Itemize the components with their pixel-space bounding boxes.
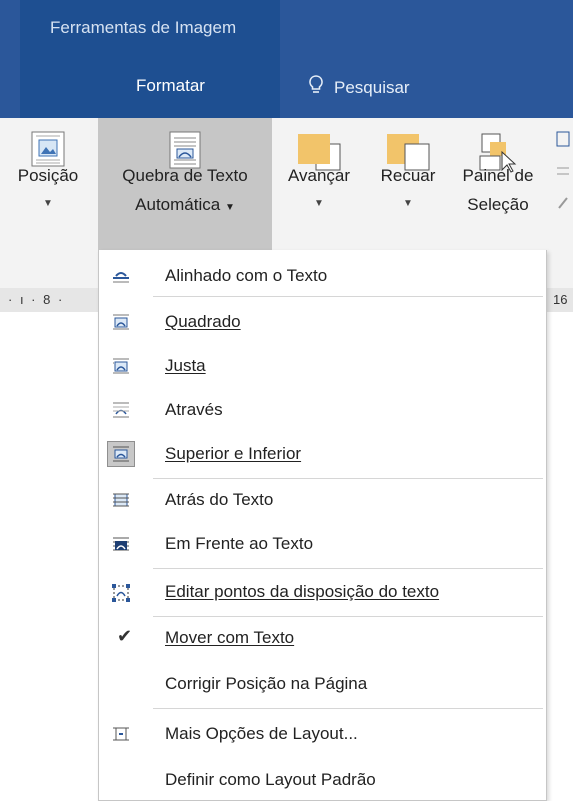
bring-forward-button[interactable]: Avançar ▼ (274, 118, 364, 270)
menu-item-label: Através (165, 400, 223, 419)
menu-item-top-bottom[interactable]: Superior e Inferior (99, 434, 546, 474)
tab-formatar[interactable]: Formatar (136, 76, 205, 96)
menu-item-label: Alinhado com o Texto (165, 266, 328, 285)
menu-item-through[interactable]: Através (99, 390, 546, 430)
wrap-text-button[interactable]: Quebra de Texto Automática ▼ (98, 118, 272, 270)
bring-forward-label: Avançar (287, 166, 351, 185)
menu-separator (153, 568, 543, 569)
title-bar: Ferramentas de Imagem Formatar Pesquisar (0, 0, 573, 118)
edit-points-icon (111, 583, 131, 602)
search-label: Pesquisar (334, 77, 410, 97)
lightbulb-icon (306, 74, 326, 101)
chevron-down-icon: ▼ (403, 198, 413, 209)
menu-item-edit-wrap-points[interactable]: Editar pontos da disposição do texto (99, 572, 546, 612)
send-backward-button[interactable]: Recuar ▼ (366, 118, 450, 270)
in-line-icon (111, 267, 131, 285)
context-tab-group: Ferramentas de Imagem Formatar (20, 0, 280, 118)
checkmark-icon: ✔ (117, 626, 133, 646)
search-button[interactable]: Pesquisar (306, 74, 410, 101)
menu-item-label: Definir como Layout Padrão (165, 770, 376, 789)
menu-item-behind-text[interactable]: Atrás do Texto (99, 480, 546, 520)
selection-pane-button[interactable]: Painel de Seleção (452, 118, 544, 270)
align-icon (556, 131, 570, 209)
top-bottom-wrap-icon (107, 441, 135, 467)
menu-item-label: Quadrado (165, 312, 241, 331)
selection-pane-label-line2: Seleção (467, 195, 529, 214)
ruler-left-marks: · ı · 8 · (8, 292, 65, 307)
send-backward-label: Recuar (380, 166, 436, 185)
menu-separator (153, 478, 543, 479)
menu-item-label: Corrigir Posição na Página (165, 674, 368, 693)
menu-item-label: Editar pontos da disposição do texto (165, 582, 440, 601)
align-group-partial[interactable] (553, 128, 573, 218)
menu-separator (153, 708, 543, 709)
menu-item-label: Em Frente ao Texto (165, 534, 314, 553)
through-wrap-icon (111, 401, 131, 419)
menu-item-in-front-of-text[interactable]: Em Frente ao Texto (99, 524, 546, 564)
tight-wrap-icon (111, 357, 131, 375)
wrap-text-label-text: Automática (135, 195, 221, 214)
wrap-text-label-line2: Automática ▼ (98, 195, 272, 215)
menu-item-set-as-default[interactable]: Definir como Layout Padrão (99, 760, 546, 800)
menu-item-label: Justa (165, 356, 206, 375)
chevron-down-icon: ▼ (43, 198, 53, 209)
menu-item-fix-position[interactable]: Corrigir Posição na Página (99, 664, 546, 704)
menu-item-in-line[interactable]: Alinhado com o Texto (99, 256, 546, 296)
position-label: Posição (17, 166, 79, 185)
in-front-text-icon (111, 535, 131, 553)
menu-item-label: Atrás do Texto (165, 490, 274, 509)
menu-item-move-with-text[interactable]: ✔ Mover com Texto (99, 618, 546, 658)
menu-item-label: Mover com Texto (165, 628, 295, 647)
square-wrap-icon (111, 313, 131, 331)
menu-item-tight[interactable]: Justa (99, 346, 546, 386)
menu-item-label: Mais Opções de Layout... (165, 724, 358, 743)
chevron-down-icon: ▼ (314, 198, 324, 209)
menu-item-label: Superior e Inferior (165, 444, 302, 463)
position-button[interactable]: Posição ▼ (0, 118, 96, 270)
menu-item-more-layout-options[interactable]: Mais Opções de Layout... (99, 714, 546, 754)
wrap-text-dropdown: Alinhado com o Texto Quadrado Justa Atra… (98, 250, 547, 801)
context-tab-title: Ferramentas de Imagem (50, 18, 237, 37)
menu-separator (153, 296, 543, 297)
ruler-right-mark: 16 (553, 292, 568, 307)
chevron-down-icon: ▼ (224, 202, 235, 213)
menu-separator (153, 616, 543, 617)
menu-item-square[interactable]: Quadrado (99, 302, 546, 342)
selection-pane-label-line1: Painel de (462, 166, 534, 185)
behind-text-icon (111, 491, 131, 509)
layout-options-icon (111, 725, 131, 743)
wrap-text-label-line1: Quebra de Texto (122, 166, 248, 185)
